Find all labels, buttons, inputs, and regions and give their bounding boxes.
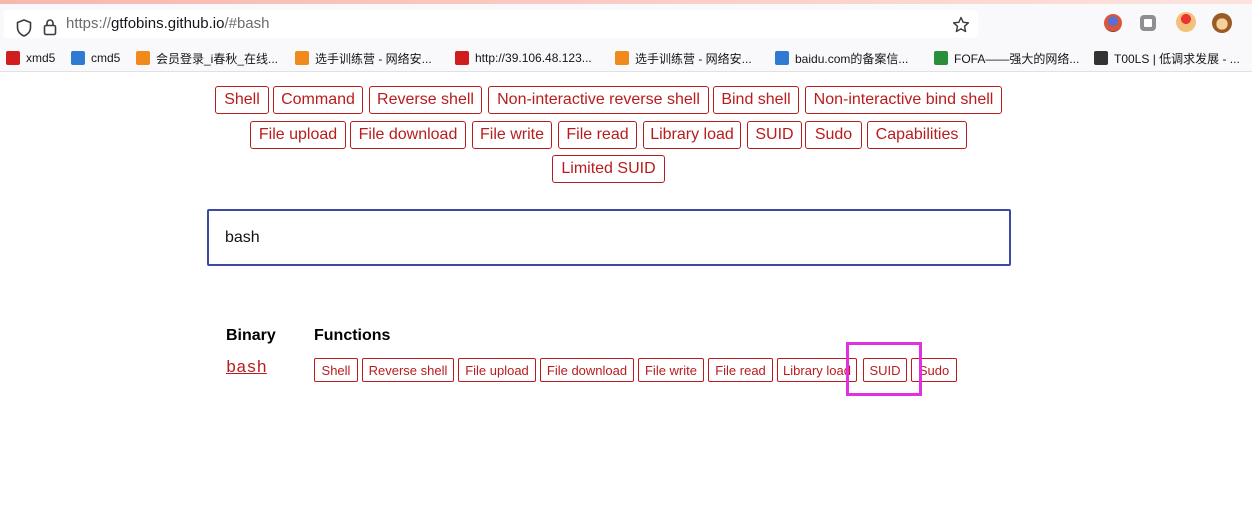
function-tag-suid[interactable]: SUID [863,358,907,382]
bookmark-item-4[interactable]: 选手训练营 - 网络安... [295,49,432,67]
function-tag-reverse-shell[interactable]: Reverse shell [362,358,454,382]
search-box[interactable] [207,209,1011,266]
bookmark-item-3[interactable]: 会员登录_i春秋_在线... [136,49,278,67]
url-host: gtfobins.github.io [111,15,225,32]
z-logo-icon [455,51,469,65]
filter-tag-shell[interactable]: Shell [215,86,269,114]
function-tag-file-upload[interactable]: File upload [458,358,536,382]
lock-icon[interactable] [43,18,57,36]
extension-icon-1[interactable] [1104,14,1122,32]
bookmark-label: xmd5 [26,51,56,65]
bookmark-item-7[interactable]: baidu.com的备案信... [775,49,908,67]
tracking-protection-shield-icon[interactable] [16,19,32,37]
bookmark-item-8[interactable]: FOFA——强大的网络... [934,49,1079,67]
x-logo-icon [6,51,20,65]
function-tag-file-download[interactable]: File download [540,358,634,382]
filter-tag-capabilities[interactable]: Capabilities [867,121,967,149]
function-tag-library-load[interactable]: Library load [777,358,857,382]
extension-icon-3[interactable] [1176,12,1196,32]
t00ls-logo-icon [1094,51,1108,65]
bookmark-item-9[interactable]: T00LS | 低调求发展 - ... [1094,49,1240,67]
url-text[interactable]: https://gtfobins.github.io/#bash [66,15,270,32]
filter-tag-command[interactable]: Command [273,86,363,114]
bookmark-label: T00LS | 低调求发展 - ... [1114,51,1240,66]
bookmark-item-6[interactable]: 选手训练营 - 网络安... [615,49,752,67]
bookmark-label: 会员登录_i春秋_在线... [156,51,279,66]
functions-column-header: Functions [314,327,391,344]
filter-tag-sudo[interactable]: Sudo [805,121,862,149]
bookmark-label: FOFA——强大的网络... [954,51,1080,66]
bookmarks-toolbar: xmd5 cmd5 会员登录_i春秋_在线... 选手训练营 - 网络安... http… [0,42,1252,72]
bookmark-item-5[interactable]: http://39.106.48.123... [455,49,592,67]
bookmark-label: 选手训练营 - 网络安... [635,51,752,66]
fofa-logo-icon [934,51,948,65]
function-tag-file-read[interactable]: File read [708,358,773,382]
bookmark-label: http://39.106.48.123... [475,51,592,65]
filter-tag-file-download[interactable]: File download [350,121,466,149]
filter-tag-file-upload[interactable]: File upload [250,121,346,149]
filter-tag-non-interactive-reverse-shell[interactable]: Non-interactive reverse shell [488,86,709,114]
filter-tag-bind-shell[interactable]: Bind shell [713,86,799,114]
filter-tag-limited-suid[interactable]: Limited SUID [552,155,665,183]
binary-column-header: Binary [226,327,276,344]
bookmark-star-icon[interactable] [952,16,970,34]
filter-tag-non-interactive-bind-shell[interactable]: Non-interactive bind shell [805,86,1002,114]
url-scheme: https:// [66,15,112,32]
beian-logo-icon [775,51,789,65]
bookmark-label: baidu.com的备案信... [795,51,909,66]
extension-icon-4[interactable] [1212,13,1232,33]
filter-tag-reverse-shell[interactable]: Reverse shell [369,86,482,114]
function-tag-file-write[interactable]: File write [638,358,704,382]
ichunqiu-logo-icon [615,51,629,65]
bookmark-item-1[interactable]: xmd5 [6,49,55,67]
function-tag-sudo[interactable]: Sudo [911,358,957,382]
url-path: /#bash [224,15,270,32]
filter-tag-library-load[interactable]: Library load [643,121,741,149]
search-input[interactable] [225,226,985,250]
filter-tag-suid[interactable]: SUID [747,121,802,149]
ichunqiu-logo-icon [295,51,309,65]
filter-tag-file-read[interactable]: File read [558,121,637,149]
function-tag-shell[interactable]: Shell [314,358,358,382]
cmd5-logo-icon [71,51,85,65]
bookmark-label: 选手训练营 - 网络安... [315,51,432,66]
bookmark-item-2[interactable]: cmd5 [71,49,120,67]
extension-icon-2[interactable] [1140,15,1156,31]
filter-tag-file-write[interactable]: File write [472,121,552,149]
bookmark-label: cmd5 [91,51,121,65]
url-bar[interactable]: https://gtfobins.github.io/#bash [4,10,978,38]
ichunqiu-logo-icon [136,51,150,65]
binary-link-bash[interactable]: bash [226,359,267,378]
navigation-toolbar: https://gtfobins.github.io/#bash [0,4,1252,42]
